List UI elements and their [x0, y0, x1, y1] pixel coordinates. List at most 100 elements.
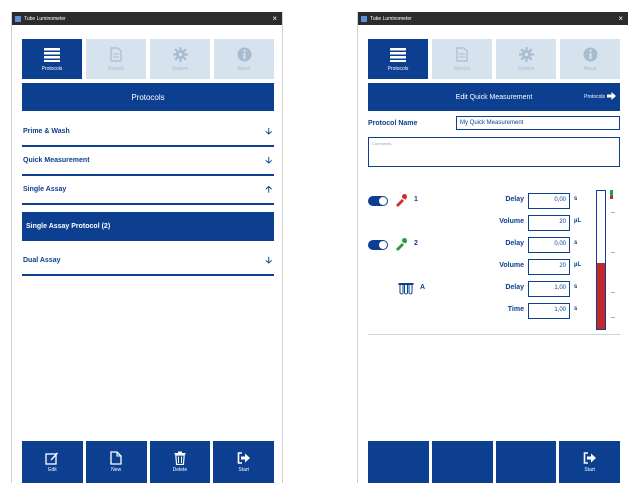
app-icon [15, 15, 21, 22]
protocol-group-label: Quick Measurement [23, 157, 90, 164]
protocol-item-selected[interactable]: Single Assay Protocol (2) [22, 212, 274, 241]
main-tabs: Protocols Results System About [368, 39, 620, 79]
red-pipette-icon [394, 193, 408, 207]
measurement-delay-input[interactable]: 1,00 [528, 281, 570, 297]
injector-2-volume-row: Volume 20 µL [368, 259, 594, 275]
main-tabs: Protocols Results System About [22, 39, 274, 79]
empty-toolbar-button[interactable] [495, 441, 557, 483]
protocols-window: Tube Luminometer × Protocols Results Sys… [11, 12, 283, 483]
tab-about[interactable]: About [214, 39, 274, 79]
tab-results[interactable]: Results [432, 39, 492, 79]
unit-label: s [574, 306, 578, 312]
close-icon[interactable]: × [270, 14, 279, 23]
gauge-tick [611, 252, 615, 253]
start-button[interactable]: Start [213, 441, 274, 483]
edit-button[interactable]: Edit [22, 441, 83, 483]
injector-2-volume-input[interactable]: 20 [528, 259, 570, 275]
tube-rack-icon [398, 282, 414, 296]
comments-field[interactable]: Comments [368, 137, 620, 167]
list-icon [390, 47, 406, 63]
tab-label: About [237, 65, 251, 72]
edit-header: Edit Quick Measurement Protocols [368, 83, 620, 111]
injector-number: 1 [414, 196, 418, 203]
window-title: Tube Luminometer [370, 15, 412, 22]
new-button[interactable]: New [85, 441, 147, 483]
button-label: Start [584, 467, 595, 473]
tab-results[interactable]: Results [86, 39, 146, 79]
button-label: Start [238, 467, 249, 473]
tab-protocols[interactable]: Protocols [368, 39, 428, 79]
info-icon [236, 47, 252, 63]
gauge-tick [611, 317, 615, 318]
button-label: New [111, 467, 122, 473]
window-title: Tube Luminometer [24, 15, 66, 22]
page-title: Protocols [22, 83, 274, 111]
timeline-gauge-fill [597, 262, 605, 329]
tab-label: Results [107, 65, 125, 72]
measurement-id: A [420, 284, 426, 291]
list-icon [44, 47, 60, 63]
unit-label: s [574, 240, 578, 246]
volume-label: Volume [499, 262, 524, 269]
gauge-tick [611, 212, 615, 213]
empty-toolbar-button[interactable] [368, 441, 429, 483]
protocol-name-row: Protocol Name My Quick Measurement [368, 116, 620, 130]
close-icon[interactable]: × [616, 14, 625, 23]
delay-label: Delay [505, 240, 524, 247]
protocol-group-dual-assay[interactable]: Dual Assay 🡣 [22, 247, 274, 276]
start-icon [583, 451, 597, 465]
tab-label: System [171, 65, 189, 72]
protocol-name-label: Protocol Name [368, 119, 418, 127]
unit-label: µL [574, 262, 582, 268]
back-link-label: Protocols [584, 94, 605, 100]
timeline-gauge [596, 190, 606, 330]
delay-label: Delay [505, 196, 524, 203]
empty-toolbar-button[interactable] [431, 441, 493, 483]
button-label: Delete [172, 467, 188, 473]
edit-window: Tube Luminometer × Protocols Results Sys… [357, 12, 628, 483]
injector-1-toggle[interactable] [368, 196, 388, 206]
gear-icon [172, 47, 188, 63]
start-button[interactable]: Start [559, 441, 620, 483]
unit-label: µL [574, 218, 582, 224]
tab-system[interactable]: System [496, 39, 556, 79]
bottom-toolbar: Start [368, 441, 620, 483]
arrow-down-icon: 🡣 [265, 154, 272, 165]
protocol-group-label: Prime & Wash [23, 128, 70, 135]
green-pipette-icon [394, 237, 408, 251]
document-icon [454, 47, 470, 63]
tab-label: About [583, 65, 597, 72]
injector-1-delay-input[interactable]: 0,00 [528, 193, 570, 209]
measurement-time-input[interactable]: 1,00 [528, 303, 570, 319]
tab-system[interactable]: System [150, 39, 210, 79]
tab-label: Protocols [41, 65, 63, 72]
arrow-down-icon: 🡣 [265, 254, 272, 265]
protocol-group-single-assay[interactable]: Single Assay 🡡 [22, 176, 274, 205]
gauge-tick [611, 292, 615, 293]
injector-1-volume-input[interactable]: 20 [528, 215, 570, 231]
delete-button[interactable]: Delete [149, 441, 211, 483]
unit-label: s [574, 196, 578, 202]
gear-icon [518, 47, 534, 63]
info-icon [582, 47, 598, 63]
injector-2-delay-input[interactable]: 0,00 [528, 237, 570, 253]
protocol-group-quick-measurement[interactable]: Quick Measurement 🡣 [22, 147, 274, 176]
arrow-up-icon: 🡡 [265, 183, 272, 194]
protocol-group-prime-wash[interactable]: Prime & Wash 🡣 [22, 118, 274, 147]
divider [368, 334, 620, 335]
tab-about[interactable]: About [560, 39, 620, 79]
injector-1-delay-row: 1 Delay 0,00 s [368, 193, 594, 209]
button-label: Edit [48, 467, 57, 473]
back-to-protocols-link[interactable]: Protocols [584, 92, 616, 102]
arrow-down-icon: 🡣 [265, 125, 272, 136]
app-icon [361, 15, 367, 22]
protocol-list: Prime & Wash 🡣 Quick Measurement 🡣 Singl… [22, 118, 274, 276]
page-title: Edit Quick Measurement [455, 93, 533, 101]
protocol-group-label: Dual Assay [23, 257, 61, 264]
exit-arrow-icon [607, 92, 616, 102]
tab-protocols[interactable]: Protocols [22, 39, 82, 79]
new-file-icon [109, 451, 123, 465]
injector-2-toggle[interactable] [368, 240, 388, 250]
protocol-name-input[interactable]: My Quick Measurement [456, 116, 620, 130]
injector-1-marker [610, 196, 613, 199]
